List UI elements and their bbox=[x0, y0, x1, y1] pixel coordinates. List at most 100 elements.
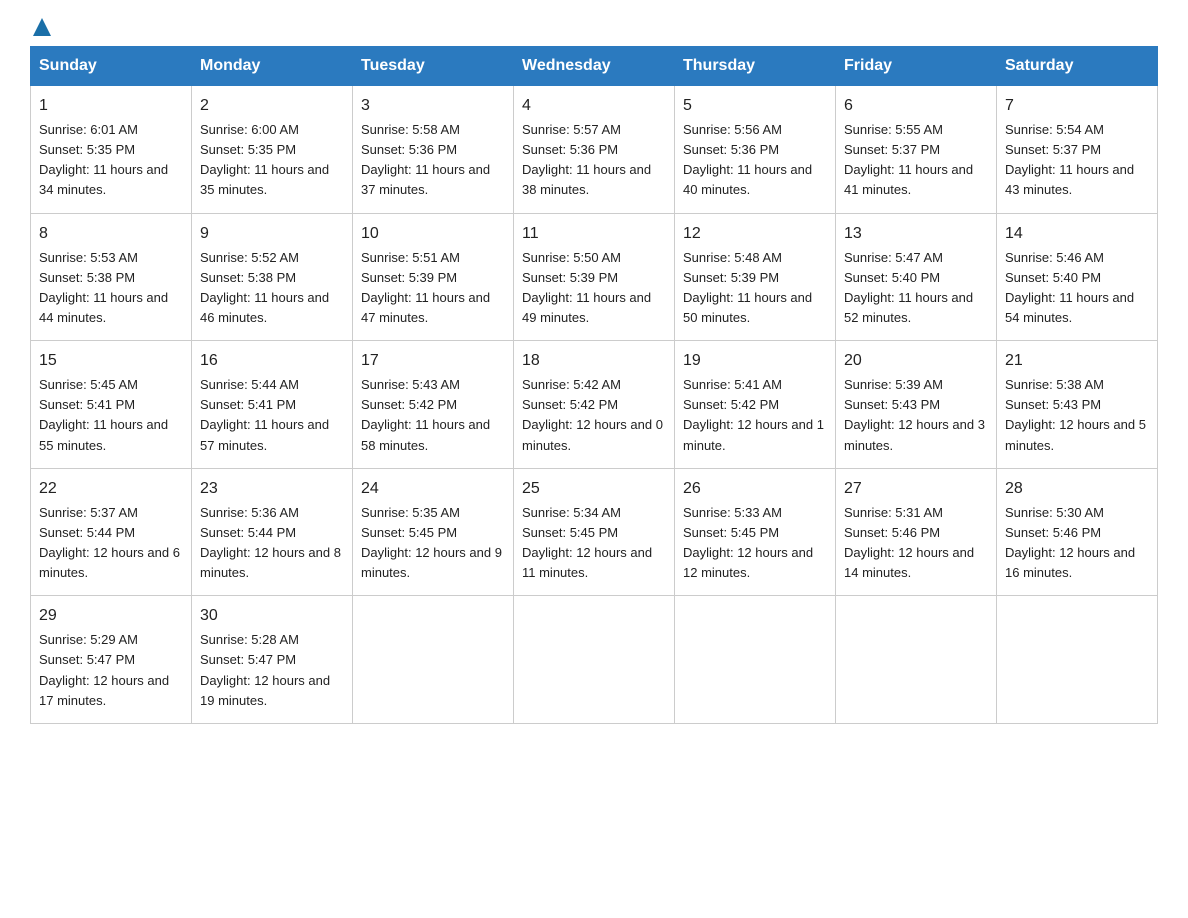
day-number: 27 bbox=[844, 477, 988, 501]
day-number: 3 bbox=[361, 94, 505, 118]
day-info: Sunrise: 5:48 AMSunset: 5:39 PMDaylight:… bbox=[683, 250, 812, 325]
day-number: 10 bbox=[361, 222, 505, 246]
day-number: 4 bbox=[522, 94, 666, 118]
day-info: Sunrise: 5:45 AMSunset: 5:41 PMDaylight:… bbox=[39, 377, 168, 452]
day-cell: 5 Sunrise: 5:56 AMSunset: 5:36 PMDayligh… bbox=[675, 86, 836, 214]
day-cell: 21 Sunrise: 5:38 AMSunset: 5:43 PMDaylig… bbox=[997, 341, 1158, 469]
day-cell: 17 Sunrise: 5:43 AMSunset: 5:42 PMDaylig… bbox=[353, 341, 514, 469]
day-number: 28 bbox=[1005, 477, 1149, 501]
day-info: Sunrise: 5:30 AMSunset: 5:46 PMDaylight:… bbox=[1005, 505, 1135, 580]
header-row: SundayMondayTuesdayWednesdayThursdayFrid… bbox=[31, 47, 1158, 86]
day-number: 1 bbox=[39, 94, 183, 118]
day-cell: 27 Sunrise: 5:31 AMSunset: 5:46 PMDaylig… bbox=[836, 468, 997, 596]
day-cell: 18 Sunrise: 5:42 AMSunset: 5:42 PMDaylig… bbox=[514, 341, 675, 469]
page-header bbox=[30, 20, 1158, 36]
week-row-4: 22 Sunrise: 5:37 AMSunset: 5:44 PMDaylig… bbox=[31, 468, 1158, 596]
day-info: Sunrise: 5:37 AMSunset: 5:44 PMDaylight:… bbox=[39, 505, 180, 580]
day-number: 9 bbox=[200, 222, 344, 246]
day-info: Sunrise: 5:46 AMSunset: 5:40 PMDaylight:… bbox=[1005, 250, 1134, 325]
day-cell: 22 Sunrise: 5:37 AMSunset: 5:44 PMDaylig… bbox=[31, 468, 192, 596]
day-number: 19 bbox=[683, 349, 827, 373]
day-cell: 29 Sunrise: 5:29 AMSunset: 5:47 PMDaylig… bbox=[31, 596, 192, 724]
day-info: Sunrise: 5:31 AMSunset: 5:46 PMDaylight:… bbox=[844, 505, 974, 580]
day-info: Sunrise: 5:39 AMSunset: 5:43 PMDaylight:… bbox=[844, 377, 985, 452]
day-cell: 26 Sunrise: 5:33 AMSunset: 5:45 PMDaylig… bbox=[675, 468, 836, 596]
day-info: Sunrise: 5:38 AMSunset: 5:43 PMDaylight:… bbox=[1005, 377, 1146, 452]
day-cell: 23 Sunrise: 5:36 AMSunset: 5:44 PMDaylig… bbox=[192, 468, 353, 596]
day-number: 21 bbox=[1005, 349, 1149, 373]
day-info: Sunrise: 5:52 AMSunset: 5:38 PMDaylight:… bbox=[200, 250, 329, 325]
day-number: 8 bbox=[39, 222, 183, 246]
day-cell: 19 Sunrise: 5:41 AMSunset: 5:42 PMDaylig… bbox=[675, 341, 836, 469]
day-info: Sunrise: 5:36 AMSunset: 5:44 PMDaylight:… bbox=[200, 505, 341, 580]
logo-triangle-icon bbox=[33, 18, 51, 36]
day-number: 16 bbox=[200, 349, 344, 373]
day-info: Sunrise: 5:58 AMSunset: 5:36 PMDaylight:… bbox=[361, 122, 490, 197]
day-number: 7 bbox=[1005, 94, 1149, 118]
day-info: Sunrise: 5:28 AMSunset: 5:47 PMDaylight:… bbox=[200, 632, 330, 707]
day-number: 5 bbox=[683, 94, 827, 118]
day-number: 18 bbox=[522, 349, 666, 373]
calendar-body: 1 Sunrise: 6:01 AMSunset: 5:35 PMDayligh… bbox=[31, 86, 1158, 724]
day-info: Sunrise: 5:33 AMSunset: 5:45 PMDaylight:… bbox=[683, 505, 813, 580]
day-number: 14 bbox=[1005, 222, 1149, 246]
day-cell: 25 Sunrise: 5:34 AMSunset: 5:45 PMDaylig… bbox=[514, 468, 675, 596]
day-number: 23 bbox=[200, 477, 344, 501]
day-number: 26 bbox=[683, 477, 827, 501]
day-number: 24 bbox=[361, 477, 505, 501]
day-cell: 15 Sunrise: 5:45 AMSunset: 5:41 PMDaylig… bbox=[31, 341, 192, 469]
header-cell-wednesday: Wednesday bbox=[514, 47, 675, 86]
day-cell: 3 Sunrise: 5:58 AMSunset: 5:36 PMDayligh… bbox=[353, 86, 514, 214]
day-info: Sunrise: 5:57 AMSunset: 5:36 PMDaylight:… bbox=[522, 122, 651, 197]
day-number: 13 bbox=[844, 222, 988, 246]
day-info: Sunrise: 5:35 AMSunset: 5:45 PMDaylight:… bbox=[361, 505, 502, 580]
day-number: 17 bbox=[361, 349, 505, 373]
day-cell bbox=[514, 596, 675, 724]
day-info: Sunrise: 5:50 AMSunset: 5:39 PMDaylight:… bbox=[522, 250, 651, 325]
day-cell: 7 Sunrise: 5:54 AMSunset: 5:37 PMDayligh… bbox=[997, 86, 1158, 214]
header-cell-friday: Friday bbox=[836, 47, 997, 86]
day-number: 15 bbox=[39, 349, 183, 373]
day-info: Sunrise: 5:44 AMSunset: 5:41 PMDaylight:… bbox=[200, 377, 329, 452]
day-cell: 16 Sunrise: 5:44 AMSunset: 5:41 PMDaylig… bbox=[192, 341, 353, 469]
day-info: Sunrise: 6:00 AMSunset: 5:35 PMDaylight:… bbox=[200, 122, 329, 197]
day-info: Sunrise: 5:53 AMSunset: 5:38 PMDaylight:… bbox=[39, 250, 168, 325]
day-info: Sunrise: 5:51 AMSunset: 5:39 PMDaylight:… bbox=[361, 250, 490, 325]
day-number: 6 bbox=[844, 94, 988, 118]
day-number: 22 bbox=[39, 477, 183, 501]
week-row-3: 15 Sunrise: 5:45 AMSunset: 5:41 PMDaylig… bbox=[31, 341, 1158, 469]
day-cell: 12 Sunrise: 5:48 AMSunset: 5:39 PMDaylig… bbox=[675, 213, 836, 341]
day-info: Sunrise: 6:01 AMSunset: 5:35 PMDaylight:… bbox=[39, 122, 168, 197]
day-cell: 24 Sunrise: 5:35 AMSunset: 5:45 PMDaylig… bbox=[353, 468, 514, 596]
day-cell: 4 Sunrise: 5:57 AMSunset: 5:36 PMDayligh… bbox=[514, 86, 675, 214]
day-number: 11 bbox=[522, 222, 666, 246]
day-number: 30 bbox=[200, 604, 344, 628]
day-cell bbox=[675, 596, 836, 724]
header-cell-sunday: Sunday bbox=[31, 47, 192, 86]
day-number: 29 bbox=[39, 604, 183, 628]
week-row-2: 8 Sunrise: 5:53 AMSunset: 5:38 PMDayligh… bbox=[31, 213, 1158, 341]
day-cell: 10 Sunrise: 5:51 AMSunset: 5:39 PMDaylig… bbox=[353, 213, 514, 341]
day-cell: 28 Sunrise: 5:30 AMSunset: 5:46 PMDaylig… bbox=[997, 468, 1158, 596]
week-row-5: 29 Sunrise: 5:29 AMSunset: 5:47 PMDaylig… bbox=[31, 596, 1158, 724]
day-cell: 6 Sunrise: 5:55 AMSunset: 5:37 PMDayligh… bbox=[836, 86, 997, 214]
day-cell: 9 Sunrise: 5:52 AMSunset: 5:38 PMDayligh… bbox=[192, 213, 353, 341]
day-cell bbox=[353, 596, 514, 724]
day-info: Sunrise: 5:29 AMSunset: 5:47 PMDaylight:… bbox=[39, 632, 169, 707]
calendar-table: SundayMondayTuesdayWednesdayThursdayFrid… bbox=[30, 46, 1158, 724]
day-cell bbox=[836, 596, 997, 724]
day-info: Sunrise: 5:47 AMSunset: 5:40 PMDaylight:… bbox=[844, 250, 973, 325]
header-cell-monday: Monday bbox=[192, 47, 353, 86]
day-cell: 20 Sunrise: 5:39 AMSunset: 5:43 PMDaylig… bbox=[836, 341, 997, 469]
day-number: 25 bbox=[522, 477, 666, 501]
day-cell: 8 Sunrise: 5:53 AMSunset: 5:38 PMDayligh… bbox=[31, 213, 192, 341]
header-cell-thursday: Thursday bbox=[675, 47, 836, 86]
day-number: 2 bbox=[200, 94, 344, 118]
day-info: Sunrise: 5:43 AMSunset: 5:42 PMDaylight:… bbox=[361, 377, 490, 452]
week-row-1: 1 Sunrise: 6:01 AMSunset: 5:35 PMDayligh… bbox=[31, 86, 1158, 214]
day-cell: 11 Sunrise: 5:50 AMSunset: 5:39 PMDaylig… bbox=[514, 213, 675, 341]
day-cell: 1 Sunrise: 6:01 AMSunset: 5:35 PMDayligh… bbox=[31, 86, 192, 214]
day-cell: 2 Sunrise: 6:00 AMSunset: 5:35 PMDayligh… bbox=[192, 86, 353, 214]
day-info: Sunrise: 5:42 AMSunset: 5:42 PMDaylight:… bbox=[522, 377, 663, 452]
day-cell bbox=[997, 596, 1158, 724]
